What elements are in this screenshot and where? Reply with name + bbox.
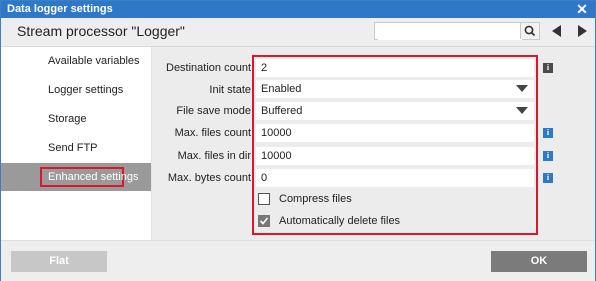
sidebar-item-label: Storage xyxy=(48,113,87,125)
search-box xyxy=(374,22,540,40)
init-state-value: Enabled xyxy=(261,83,302,95)
close-icon[interactable]: ✕ xyxy=(575,1,589,18)
title-bar: Data logger settings ✕ xyxy=(1,1,595,18)
flat-button[interactable]: Flat xyxy=(11,251,107,272)
init-state-select[interactable]: Enabled xyxy=(256,80,534,98)
search-icon[interactable] xyxy=(520,23,539,39)
sidebar-item-logger-settings[interactable]: Logger settings xyxy=(1,76,151,104)
max-files-count-value: 10000 xyxy=(261,127,292,139)
auto-delete-checkbox[interactable] xyxy=(258,215,270,227)
ok-button[interactable]: OK xyxy=(491,251,587,272)
sidebar-item-label: Send FTP xyxy=(48,142,98,154)
info-icon[interactable]: i xyxy=(543,128,553,138)
sidebar-item-label: Enhanced settings xyxy=(48,171,139,183)
destination-count-value: 2 xyxy=(261,62,268,74)
sidebar-item-send-ftp[interactable]: Send FTP xyxy=(1,134,151,162)
sidebar-item-enhanced-settings[interactable]: Enhanced settings xyxy=(1,163,151,191)
dialog-window: Data logger settings ✕ Stream processor … xyxy=(0,0,596,281)
max-files-in-dir-input[interactable]: 10000 xyxy=(256,147,534,165)
compress-files-checkbox[interactable] xyxy=(258,193,270,205)
sidebar-item-available-variables[interactable]: Available variables xyxy=(1,47,151,75)
sidebar-item-label: Logger settings xyxy=(48,84,124,96)
sidebar-item-label: Available variables xyxy=(48,55,140,67)
compress-files-label: Compress files xyxy=(279,193,352,205)
info-icon[interactable]: i xyxy=(543,151,553,161)
sidebar: Available variables Logger settings Stor… xyxy=(1,47,152,240)
next-arrow-icon[interactable] xyxy=(574,23,590,39)
previous-arrow-icon[interactable] xyxy=(549,23,565,39)
info-icon[interactable]: i xyxy=(543,173,553,183)
search-input[interactable] xyxy=(378,24,522,40)
destination-count-input[interactable]: 2 xyxy=(256,59,534,77)
max-files-in-dir-label: Max. files in dir xyxy=(177,150,251,162)
file-save-mode-label: File save mode xyxy=(176,105,251,117)
chevron-down-icon xyxy=(516,85,528,92)
max-bytes-count-input[interactable]: 0 xyxy=(256,169,534,187)
auto-delete-label: Automatically delete files xyxy=(279,215,401,227)
footer-bar: Flat OK xyxy=(1,240,595,281)
window-title: Data logger settings xyxy=(7,3,113,15)
max-files-count-label: Max. files count xyxy=(174,127,251,139)
max-files-in-dir-value: 10000 xyxy=(261,150,292,162)
max-bytes-count-label: Max. bytes count xyxy=(167,172,251,184)
destination-count-label: Destination count xyxy=(166,62,251,74)
init-state-label: Init state xyxy=(209,84,251,96)
max-bytes-count-value: 0 xyxy=(261,172,268,184)
chevron-down-icon xyxy=(516,107,528,114)
file-save-mode-select[interactable]: Buffered xyxy=(256,102,534,120)
sidebar-item-storage[interactable]: Storage xyxy=(1,105,151,133)
max-files-count-input[interactable]: 10000 xyxy=(256,124,534,142)
header-bar: Stream processor "Logger" xyxy=(1,18,595,47)
file-save-mode-value: Buffered xyxy=(261,105,303,117)
page-title: Stream processor "Logger" xyxy=(17,23,185,39)
info-icon[interactable]: i xyxy=(543,63,553,73)
checkmark-icon xyxy=(259,217,269,225)
